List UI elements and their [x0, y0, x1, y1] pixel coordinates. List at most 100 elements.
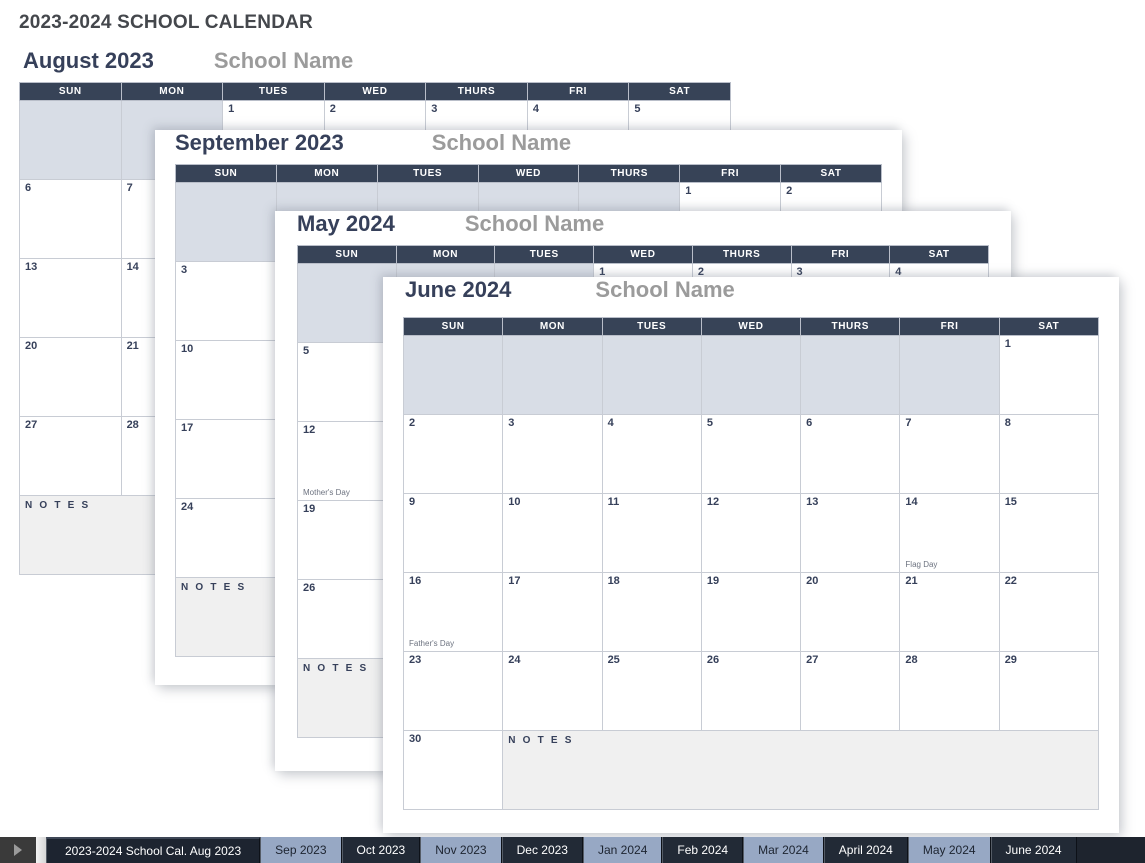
weekday-header-thurs: THURS	[800, 317, 901, 336]
calendar-cell-day-17[interactable]: 17	[175, 419, 277, 499]
calendar-cell-empty[interactable]	[402, 335, 504, 415]
calendar-weekday-header-row: SUN MON TUES WED THURS FRI SAT	[402, 317, 1100, 336]
calendar-cell-empty[interactable]	[899, 335, 1000, 415]
calendar-cell-empty[interactable]	[601, 335, 702, 415]
calendar-cell-day-17[interactable]: 17	[502, 572, 603, 652]
calendar-cell-day-10[interactable]: 10	[502, 493, 603, 573]
calendar-cell-day-20[interactable]: 20	[800, 572, 901, 652]
day-number: 20	[25, 340, 38, 352]
day-number: 3	[181, 264, 188, 276]
day-number: 5	[706, 417, 713, 429]
calendar-panel-june-2024[interactable]: June 2024 School Name SUN MON TUES WED THURS…	[383, 277, 1119, 833]
sheet-tabs-container: 2023-2024 School Cal. Aug 2023 Sep 2023 Oc…	[46, 837, 1145, 863]
calendar-event-label: Mother's Day	[303, 488, 350, 497]
sheet-tab-scroll-right-button[interactable]	[0, 837, 36, 863]
calendar-weekday-header-row: SUN MON TUES WED THURS FRI SAT	[297, 245, 989, 264]
weekday-header-tues: TUES	[494, 245, 595, 264]
calendar-header: August 2023 School Name	[19, 48, 731, 82]
sheet-tab-feb-2024[interactable]: Feb 2024	[662, 837, 744, 863]
day-number: 17	[181, 422, 194, 434]
calendar-cell-day-23[interactable]: 23	[402, 651, 504, 731]
calendar-cell-day-24[interactable]: 24	[502, 651, 603, 731]
calendar-cell-day-28[interactable]: 28	[899, 651, 1000, 731]
sheet-tab-2023-2024-school-cal-aug-2023[interactable]: 2023-2024 School Cal. Aug 2023	[46, 837, 261, 863]
calendar-cell-day-22[interactable]: 22	[998, 572, 1100, 652]
calendar-cell-day-29[interactable]: 29	[998, 651, 1100, 731]
calendar-cell-empty[interactable]	[297, 263, 397, 343]
day-number: 19	[706, 575, 720, 587]
day-number: 24	[181, 501, 194, 513]
calendar-cell-day-12[interactable]: 12 Mother's Day	[297, 421, 397, 501]
calendar-cell-empty[interactable]	[19, 100, 122, 180]
day-number: 26	[706, 654, 720, 666]
tab-bar-divider	[36, 837, 46, 863]
calendar-cell-day-2[interactable]: 2	[402, 414, 504, 494]
day-number: 3	[431, 103, 438, 115]
sheet-tab-bar[interactable]: 2023-2024 School Cal. Aug 2023 Sep 2023 Oc…	[0, 837, 1145, 863]
calendar-cell-day-10[interactable]: 10	[175, 340, 277, 420]
sheet-tab-dec-2023[interactable]: Dec 2023	[501, 837, 583, 863]
calendar-cell-day-26[interactable]: 26	[700, 651, 802, 731]
calendar-cell-day-13[interactable]: 13	[19, 258, 122, 338]
calendar-notes-row: 30 N O T E S	[402, 730, 1099, 810]
calendar-cell-empty[interactable]	[502, 335, 603, 415]
calendar-cell-day-30[interactable]: 30	[402, 730, 504, 810]
calendar-cell-day-5[interactable]: 5	[700, 414, 802, 494]
day-number: 18	[607, 575, 620, 587]
calendar-month-title: June 2024	[405, 277, 512, 302]
day-number: 3	[508, 417, 515, 429]
sheet-tab-oct-2023[interactable]: Oct 2023	[341, 837, 421, 863]
calendar-weekday-header-row: SUN MON TUES WED THURS FRI SAT	[19, 82, 731, 101]
weekday-header-fri: FRI	[679, 164, 782, 183]
calendar-cell-day-8[interactable]: 8	[998, 414, 1100, 494]
calendar-cell-day-13[interactable]: 13	[800, 493, 901, 573]
calendar-cell-empty[interactable]	[800, 335, 901, 415]
calendar-cell-day-20[interactable]: 20	[19, 337, 122, 417]
calendar-cell-day-5[interactable]: 5	[297, 342, 397, 422]
calendar-cell-day-18[interactable]: 18	[601, 572, 702, 652]
day-number: 5	[303, 345, 310, 357]
calendar-cell-day-11[interactable]: 11	[601, 493, 702, 573]
calendar-cell-day-25[interactable]: 25	[601, 651, 702, 731]
calendar-cell-day-27[interactable]: 27	[19, 416, 122, 496]
calendar-cell-day-12[interactable]: 12	[700, 493, 802, 573]
weekday-header-thurs: THURS	[425, 82, 528, 101]
calendar-cell-day-6[interactable]: 6	[800, 414, 901, 494]
calendar-cell-day-9[interactable]: 9	[402, 493, 504, 573]
weekday-header-sun: SUN	[402, 317, 504, 336]
sheet-tab-nov-2023[interactable]: Nov 2023	[420, 837, 502, 863]
calendar-cell-day-26[interactable]: 26	[297, 579, 397, 659]
sheet-tab-sep-2023[interactable]: Sep 2023	[260, 837, 342, 863]
calendar-cell-day-24[interactable]: 24	[175, 498, 277, 578]
calendar-cell-empty[interactable]	[700, 335, 802, 415]
calendar-cell-day-19[interactable]: 19	[700, 572, 802, 652]
calendar-cell-day-1[interactable]: 1	[998, 335, 1100, 415]
calendar-cell-day-15[interactable]: 15	[998, 493, 1100, 573]
notes-label: N O T E S	[25, 500, 91, 511]
calendar-event-label: Flag Day	[905, 560, 938, 569]
sheet-tab-june-2024[interactable]: June 2024	[990, 837, 1077, 863]
calendar-cell-day-27[interactable]: 27	[800, 651, 901, 731]
sheet-tab-mar-2024[interactable]: Mar 2024	[743, 837, 824, 863]
calendar-cell-day-3[interactable]: 3	[175, 261, 277, 341]
calendar-grid-june-2024: SUN MON TUES WED THURS FRI SAT 1 2 3 4 5 6 7 8 9 10 11 12 1…	[402, 317, 1100, 810]
calendar-week-row: 23 24 25 26 27 28 29	[402, 651, 1100, 731]
weekday-header-sun: SUN	[19, 82, 122, 101]
sheet-tab-april-2024[interactable]: April 2024	[823, 837, 908, 863]
calendar-cell-day-19[interactable]: 19	[297, 500, 397, 580]
calendar-school-name: School Name	[431, 130, 572, 155]
calendar-cell-day-21[interactable]: 21	[899, 572, 1000, 652]
calendar-cell-day-4[interactable]: 4	[601, 414, 702, 494]
day-number: 2	[786, 185, 793, 197]
day-number: 19	[303, 503, 316, 515]
calendar-cell-day-14[interactable]: 14 Flag Day	[899, 493, 1000, 573]
sheet-tab-may-2024[interactable]: May 2024	[907, 837, 991, 863]
sheet-tab-jan-2024[interactable]: Jan 2024	[582, 837, 663, 863]
calendar-cell-day-6[interactable]: 6	[19, 179, 122, 259]
calendar-cell-empty[interactable]	[175, 182, 277, 262]
calendar-cell-day-16[interactable]: 16 Father's Day	[402, 572, 504, 652]
calendar-notes-area[interactable]: N O T E S	[502, 730, 1099, 810]
screenshot-root: 2023-2024 SCHOOL CALENDAR August 2023 Sc…	[0, 0, 1145, 863]
calendar-cell-day-3[interactable]: 3	[502, 414, 603, 494]
calendar-cell-day-7[interactable]: 7	[899, 414, 1000, 494]
